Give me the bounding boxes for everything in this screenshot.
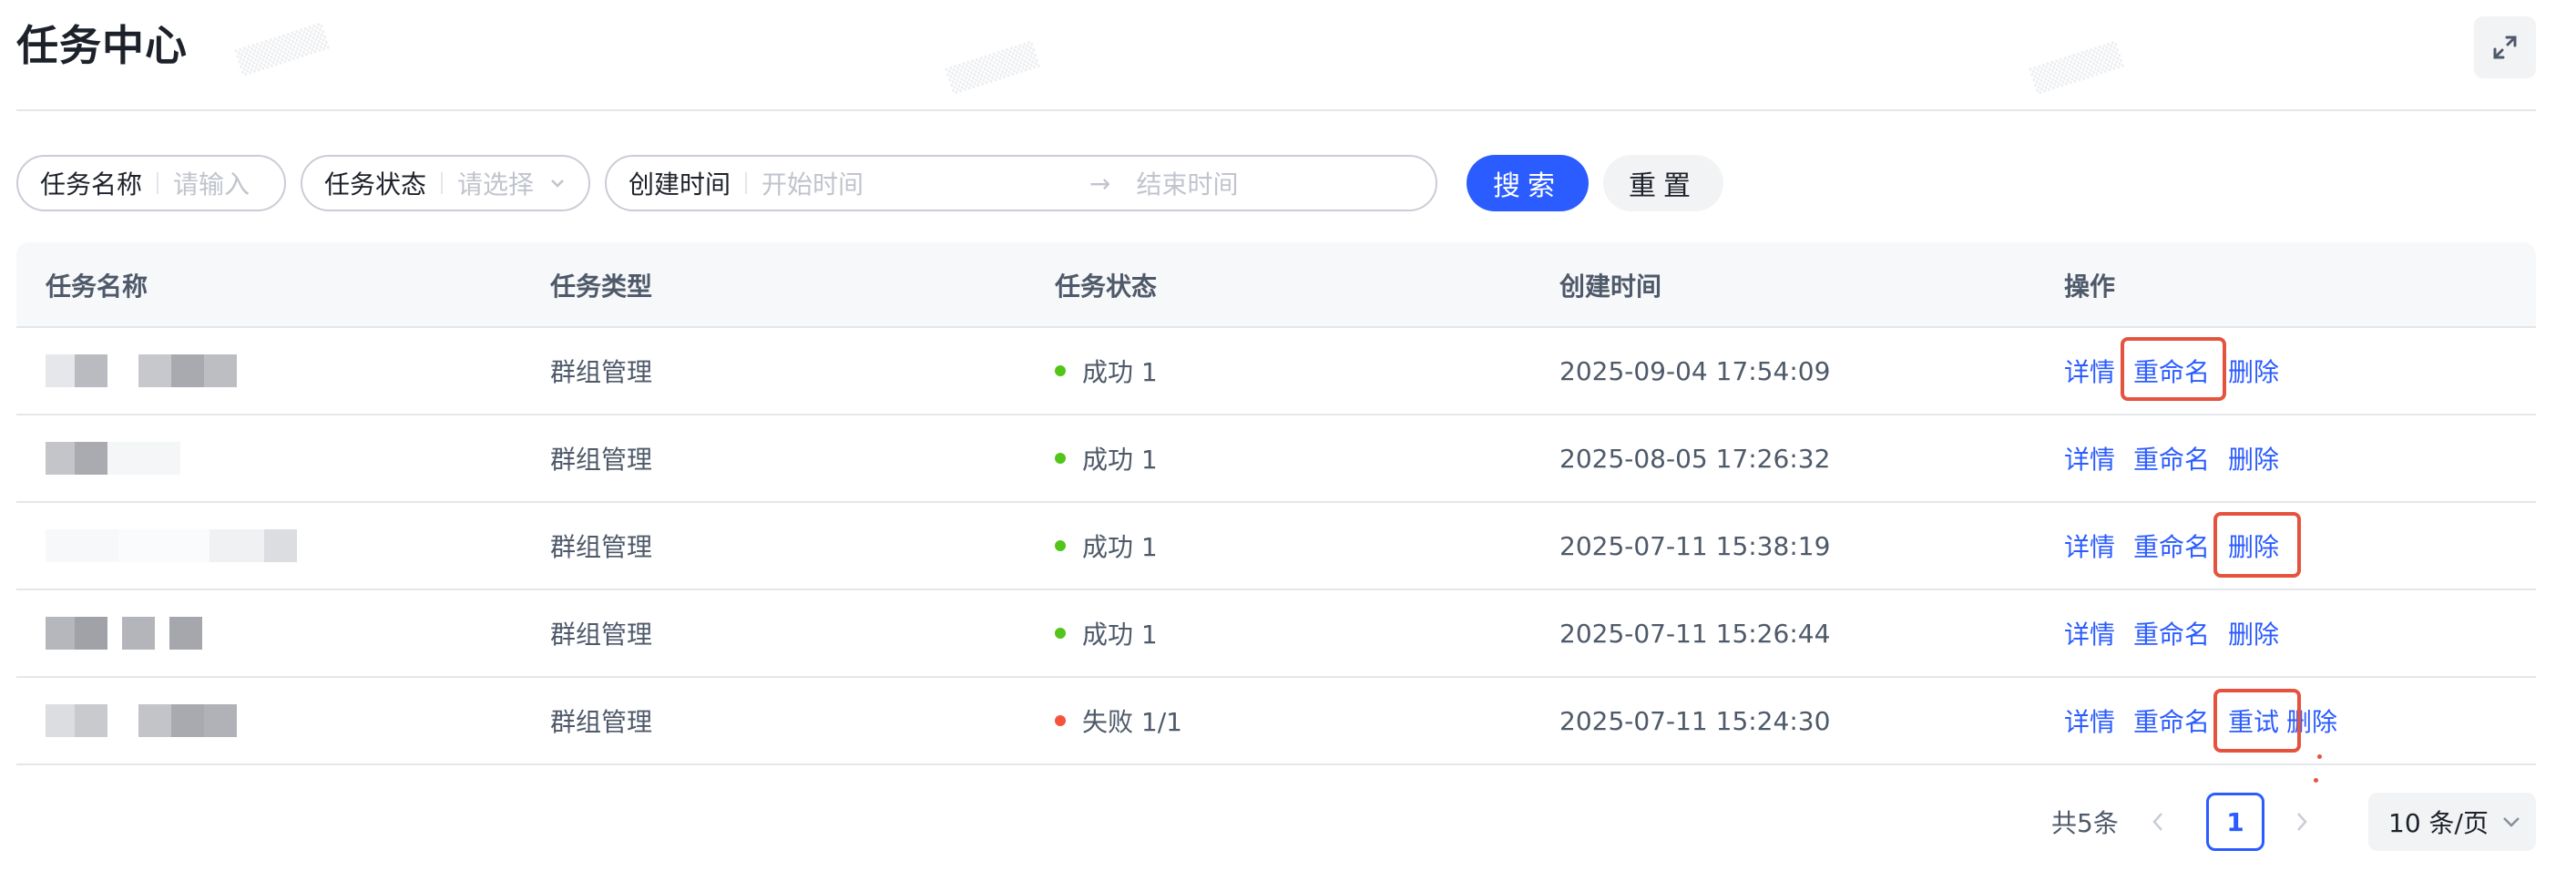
column-header-status: 任务状态 (1055, 272, 1158, 302)
task-type: 群组管理 (550, 620, 653, 650)
page-size-value: 10 条/页 (2388, 808, 2489, 838)
status-dot (1055, 715, 1066, 726)
watermark: ▒▒▒▒▒ (2029, 41, 2125, 96)
blurred-task-name (46, 328, 237, 414)
task-status: 成功 1 (1055, 590, 1158, 676)
task-name-filter[interactable]: 任务名称 请输入 (16, 155, 286, 211)
task-type: 群组管理 (550, 532, 653, 562)
task-status: 成功 1 (1055, 415, 1158, 501)
detail-link[interactable]: 详情 (2064, 615, 2115, 651)
annotation-dot (2314, 778, 2318, 783)
chevron-down-icon (551, 179, 564, 188)
status-dot (1055, 365, 1066, 376)
created-time: 2025-08-05 17:26:32 (1559, 443, 1831, 474)
column-header-created: 创建时间 (1559, 272, 1662, 302)
task-type: 群组管理 (550, 707, 653, 737)
blurred-task-name (46, 415, 180, 501)
next-page-button[interactable] (2295, 793, 2308, 851)
rename-link[interactable]: 重命名 (2133, 440, 2210, 476)
created-time: 2025-07-11 15:24:30 (1559, 705, 1831, 736)
detail-link[interactable]: 详情 (2064, 702, 2115, 739)
range-arrow-icon: → (1089, 168, 1111, 199)
detail-link[interactable]: 详情 (2064, 353, 2115, 389)
chevron-left-icon (2152, 813, 2162, 831)
column-header-name: 任务名称 (46, 272, 148, 302)
highlight-box-rename (2121, 337, 2226, 401)
search-button[interactable]: 搜索 (1467, 155, 1589, 211)
task-status-filter[interactable]: 任务状态 请选择 (301, 155, 590, 211)
table-row: 群组管理 成功 1 2025-07-11 15:26:44 详情 重命名 删除 (16, 590, 2536, 678)
expand-button[interactable] (2474, 16, 2536, 78)
watermark: ▒▒▒▒▒ (945, 41, 1041, 96)
table-header: 任务名称 任务类型 任务状态 创建时间 操作 (16, 242, 2536, 328)
task-status-select[interactable]: 请选择 (457, 165, 534, 201)
row-actions: 详情 重命名 删除 (2064, 415, 2297, 501)
created-time: 2025-07-11 15:26:44 (1559, 618, 1831, 649)
created-time-filter-label: 创建时间 (629, 169, 731, 200)
highlight-box-retry (2213, 689, 2301, 753)
column-header-type: 任务类型 (550, 272, 653, 302)
status-dot (1055, 453, 1066, 464)
rename-link[interactable]: 重命名 (2133, 528, 2210, 564)
title-divider (16, 109, 2536, 111)
chevron-right-icon (2297, 813, 2307, 831)
end-time-input[interactable]: 结束时间 (1136, 165, 1238, 201)
column-header-actions: 操作 (2064, 272, 2116, 302)
blurred-task-name (46, 678, 237, 763)
start-time-input[interactable]: 开始时间 (762, 165, 1089, 201)
delete-link[interactable]: 删除 (2228, 615, 2279, 651)
status-dot (1055, 628, 1066, 639)
delete-link[interactable]: 删除 (2228, 440, 2279, 476)
rename-link[interactable]: 重命名 (2133, 615, 2210, 651)
task-table: 任务名称 任务类型 任务状态 创建时间 操作 群组管理 成功 1 2025-09… (16, 242, 2536, 765)
reset-button[interactable]: 重置 (1603, 155, 1723, 211)
watermark: ▒▒▒▒▒ (234, 23, 331, 77)
detail-link[interactable]: 详情 (2064, 528, 2115, 564)
delete-link[interactable]: 删除 (2228, 353, 2279, 389)
task-type: 群组管理 (550, 357, 653, 387)
table-row: 群组管理 成功 1 2025-07-11 15:38:19 详情 重命名 删除 (16, 503, 2536, 590)
task-type: 群组管理 (550, 445, 653, 475)
table-row: 群组管理 失败 1/1 2025-07-11 15:24:30 详情 重命名 重… (16, 678, 2536, 765)
page-number-current[interactable]: 1 (2206, 793, 2264, 851)
row-actions: 详情 重命名 重试 删除 (2064, 678, 2356, 763)
created-time: 2025-09-04 17:54:09 (1559, 355, 1831, 386)
highlight-box-delete (2213, 512, 2301, 578)
filter-separator (745, 172, 748, 194)
filter-separator (441, 172, 444, 194)
prev-page-button[interactable] (2152, 793, 2164, 851)
created-time-filter[interactable]: 创建时间 开始时间 → 结束时间 (605, 155, 1437, 211)
created-time: 2025-07-11 15:38:19 (1559, 530, 1831, 561)
blurred-task-name (46, 590, 202, 676)
table-row: 群组管理 成功 1 2025-08-05 17:26:32 详情 重命名 删除 (16, 415, 2536, 503)
filter-separator (157, 172, 159, 194)
detail-link[interactable]: 详情 (2064, 440, 2115, 476)
task-status-filter-label: 任务状态 (324, 169, 427, 200)
task-status: 成功 1 (1055, 503, 1158, 589)
row-actions: 详情 重命名 删除 (2064, 590, 2297, 676)
page-size-select[interactable]: 10 条/页 (2368, 793, 2536, 851)
expand-icon (2493, 36, 2517, 59)
pagination-total: 共5条 (2051, 808, 2119, 838)
status-dot (1055, 540, 1066, 551)
chevron-down-icon (2503, 817, 2520, 827)
page-title: 任务中心 (16, 21, 188, 70)
task-status: 成功 1 (1055, 328, 1158, 414)
task-name-input[interactable]: 请输入 (173, 165, 250, 201)
task-status: 失败 1/1 (1055, 678, 1182, 763)
annotation-dot (2317, 754, 2322, 759)
task-name-filter-label: 任务名称 (40, 169, 143, 200)
blurred-task-name (46, 503, 297, 589)
rename-link[interactable]: 重命名 (2133, 702, 2210, 739)
